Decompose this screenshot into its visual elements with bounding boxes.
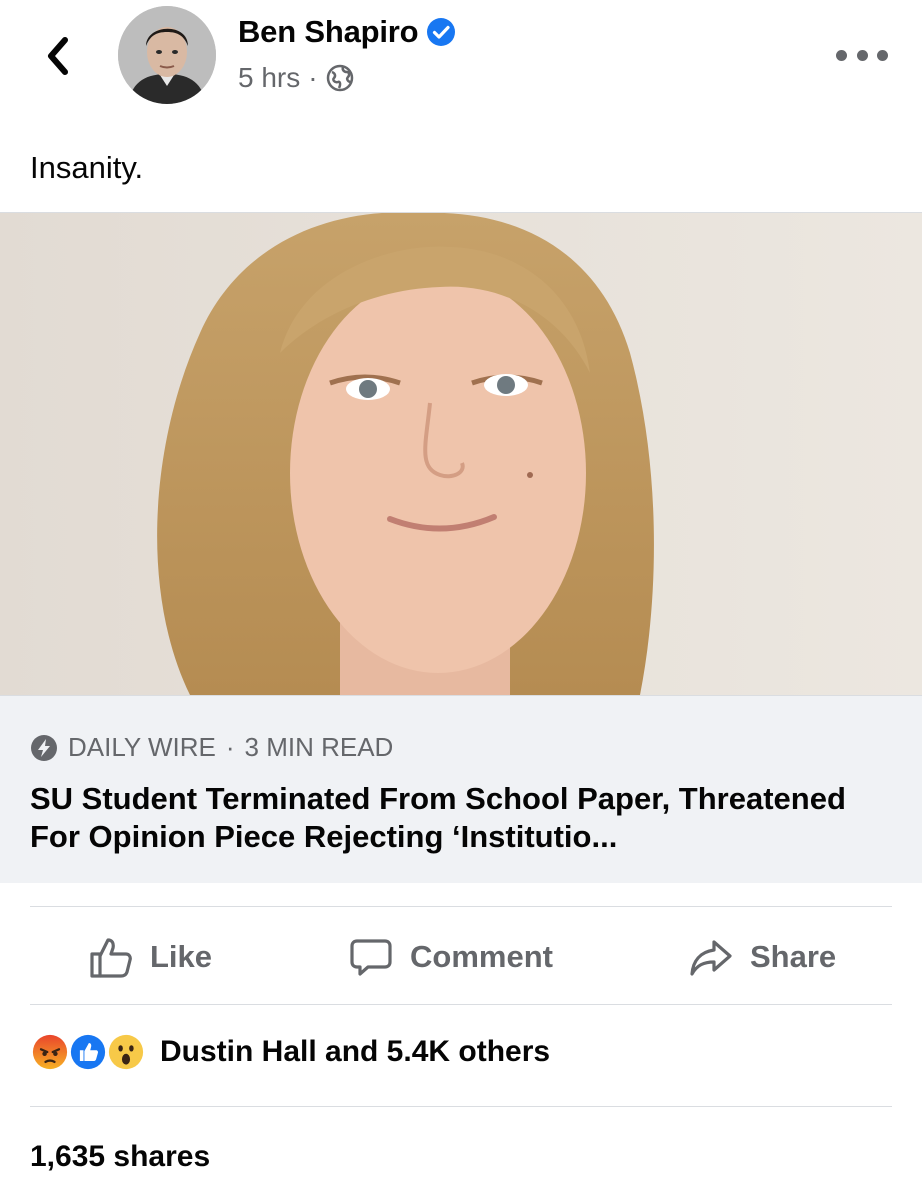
reactions-summary[interactable]: Dustin Hall and 5.4K others bbox=[30, 1030, 550, 1074]
link-preview-image bbox=[0, 213, 922, 695]
reaction-icons bbox=[30, 1030, 152, 1074]
link-source: DAILY WIRE bbox=[68, 732, 216, 762]
comment-button[interactable]: Comment bbox=[348, 910, 553, 1004]
more-options-button[interactable] bbox=[836, 40, 888, 70]
share-label: Share bbox=[750, 939, 837, 974]
more-dot bbox=[856, 49, 868, 61]
like-reaction-icon bbox=[68, 1032, 108, 1072]
globe-icon bbox=[326, 64, 353, 92]
avatar[interactable] bbox=[118, 6, 216, 104]
more-dot bbox=[877, 49, 888, 61]
post-text: Insanity. bbox=[30, 150, 144, 185]
post-header: Ben Shapiro 5 hrs · bbox=[0, 0, 922, 130]
comment-label: Comment bbox=[410, 939, 553, 974]
share-arrow-icon bbox=[690, 940, 732, 976]
back-button[interactable] bbox=[36, 34, 80, 78]
link-preview-card[interactable]: DAILY WIRE · 3 MIN READ SU Student Termi… bbox=[0, 212, 922, 883]
author-row: Ben Shapiro bbox=[238, 14, 456, 50]
chevron-left-icon bbox=[48, 37, 68, 75]
bolt-icon bbox=[31, 734, 57, 761]
more-dot bbox=[836, 49, 847, 61]
thumbs-up-icon bbox=[90, 938, 132, 978]
reaction-summary-text: Dustin Hall and 5.4K others bbox=[160, 1035, 551, 1068]
link-read-time: 3 MIN READ bbox=[244, 732, 394, 762]
link-source-row: DAILY WIRE · 3 MIN READ bbox=[30, 732, 393, 763]
share-count[interactable]: 1,635 shares bbox=[30, 1140, 210, 1174]
link-title[interactable]: SU Student Terminated From School Paper,… bbox=[30, 780, 900, 856]
like-button[interactable]: Like bbox=[88, 910, 212, 1004]
share-button[interactable]: Share bbox=[688, 910, 836, 1004]
link-preview-footer: DAILY WIRE · 3 MIN READ SU Student Termi… bbox=[0, 695, 922, 883]
post-meta: 5 hrs · bbox=[238, 62, 354, 94]
like-label: Like bbox=[150, 939, 213, 974]
author-name[interactable]: Ben Shapiro bbox=[238, 14, 419, 50]
post-timestamp[interactable]: 5 hrs bbox=[238, 62, 300, 94]
wow-reaction-icon bbox=[106, 1032, 146, 1072]
portrait-photo bbox=[0, 213, 922, 695]
angry-reaction-icon bbox=[30, 1032, 70, 1072]
comment-bubble-icon bbox=[350, 939, 392, 976]
divider bbox=[30, 1004, 892, 1005]
verified-badge-icon bbox=[427, 18, 456, 46]
meta-separator: · bbox=[308, 62, 318, 93]
action-bar: Like Comment Share bbox=[0, 910, 922, 1004]
link-source-separator: · bbox=[225, 732, 235, 762]
avatar-image bbox=[118, 6, 216, 104]
divider bbox=[30, 906, 892, 907]
divider bbox=[30, 1106, 892, 1107]
